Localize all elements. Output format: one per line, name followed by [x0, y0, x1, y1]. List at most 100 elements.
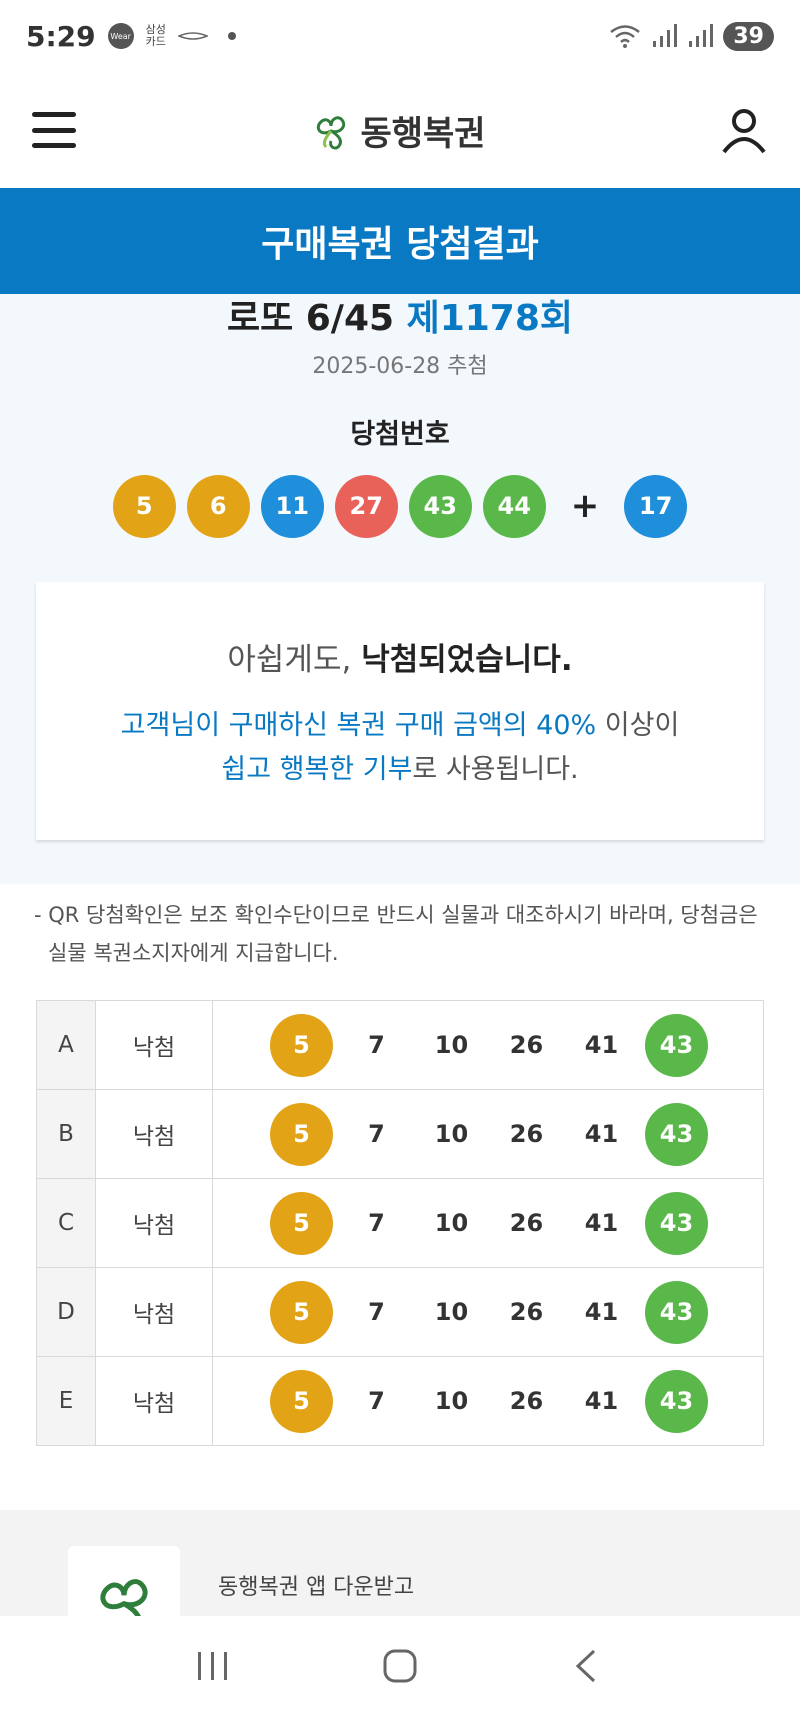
- ticket-result: 낙첨: [95, 1178, 213, 1268]
- winning-ball: 44: [482, 474, 546, 538]
- app-promo-banner[interactable]: 동행복권 앱 다운받고: [0, 1510, 800, 1616]
- ticket-number: 7: [368, 1298, 385, 1326]
- ticket-number: 10: [434, 1120, 469, 1148]
- signal-icon-2: [689, 24, 714, 47]
- ticket-row: C 낙첨 5 7 10 26 41 43: [36, 1178, 764, 1268]
- app-logo[interactable]: 동행복권: [310, 106, 486, 155]
- ticket-row: D 낙첨 5 7 10 26 41 43: [36, 1267, 764, 1357]
- ticket-number: 7: [368, 1387, 385, 1415]
- page-title-band: 구매복권 당첨결과: [0, 188, 800, 294]
- ticket-numbers-cell: 5 7 10 26 41 43: [212, 1356, 764, 1446]
- ticket-number: 41: [584, 1209, 619, 1237]
- ticket-numbers: 5 7 10 26 41 43: [214, 1102, 762, 1166]
- ticket-number: 10: [434, 1031, 469, 1059]
- winning-ball: 43: [408, 474, 472, 538]
- ticket-number: 10: [434, 1209, 469, 1237]
- ticket-row: E 낙첨 5 7 10 26 41 43: [36, 1356, 764, 1446]
- ticket-game-label: C: [36, 1178, 96, 1268]
- round-number: 제1178회: [406, 298, 574, 339]
- game-name: 로또 6/45: [226, 298, 395, 339]
- round-title: 로또 6/45 제1178회: [0, 294, 800, 344]
- bonus-ball: 17: [624, 474, 688, 538]
- ticket-numbers: 5 7 10 26 41 43: [214, 1191, 762, 1255]
- back-icon: [575, 1649, 595, 1683]
- winning-ball: 11: [260, 474, 324, 538]
- ticket-numbers-cell: 5 7 10 26 41 43: [212, 1178, 764, 1268]
- menu-icon[interactable]: [32, 112, 76, 148]
- qr-notice: - QR 당첨확인은 보조 확인수단이므로 반드시 실물과 대조하시기 바라며,…: [34, 903, 758, 965]
- ticket-number-matched: 5: [270, 1191, 333, 1255]
- ticket-game-label: A: [36, 1000, 96, 1090]
- donation-message: 고객님이 구매하신 복권 구매 금액의 40% 이상이 쉽고 행복한 기부로 사…: [36, 704, 764, 792]
- ticket-numbers: 5 7 10 26 41 43: [214, 1280, 762, 1344]
- page-title: 구매복권 당첨결과: [261, 224, 539, 265]
- ticket-number: 26: [509, 1209, 544, 1237]
- ticket-number-matched: 43: [645, 1280, 708, 1344]
- ticket-game-label: B: [36, 1089, 96, 1179]
- ticket-number-matched: 5: [270, 1013, 333, 1077]
- wifi-icon: [610, 25, 641, 48]
- ticket-number: 7: [368, 1120, 385, 1148]
- home-button[interactable]: [375, 1641, 425, 1691]
- draw-result-section: 로또 6/45 제1178회 2025-06-28 추첨 당첨번호 5 6 11 27…: [0, 294, 800, 884]
- ticket-row: A 낙첨 5 7 10 26 41 43: [36, 1000, 764, 1090]
- winning-ball: 6: [186, 474, 250, 538]
- result-card: 아쉽게도, 낙첨되었습니다. 고객님이 구매하신 복권 구매 금액의 40% 이…: [36, 582, 764, 840]
- ticket-game-label: E: [36, 1356, 96, 1446]
- samsung-card-icon: 삼성 카드: [146, 24, 166, 48]
- ticket-result: 낙첨: [95, 1000, 213, 1090]
- ticket-number: 26: [509, 1120, 544, 1148]
- ticket-numbers-cell: 5 7 10 26 41 43: [212, 1000, 764, 1090]
- ticket-row: B 낙첨 5 7 10 26 41 43: [36, 1089, 764, 1179]
- status-right: 39: [609, 21, 774, 51]
- result-status: 낙첨되었습니다.: [361, 642, 573, 678]
- ticket-result: 낙첨: [95, 1089, 213, 1179]
- ticket-number-matched: 5: [270, 1369, 333, 1433]
- home-icon: [383, 1649, 417, 1683]
- ticket-number: 10: [434, 1298, 469, 1326]
- ticket-number: 41: [584, 1387, 619, 1415]
- winning-ball: 5: [112, 474, 176, 538]
- result-message: 아쉽게도, 낙첨되었습니다.: [36, 634, 764, 679]
- recent-apps-icon: [198, 1652, 228, 1680]
- status-left: 5:29 Wear 삼성 카드: [26, 20, 236, 53]
- ticket-number-matched: 43: [645, 1191, 708, 1255]
- ticket-game-label: D: [36, 1267, 96, 1357]
- promo-line-1: 동행복권 앱 다운받고: [218, 1575, 415, 1600]
- ticket-number-matched: 43: [645, 1369, 708, 1433]
- ticket-number: 26: [509, 1031, 544, 1059]
- ticket-number: 41: [584, 1298, 619, 1326]
- ticket-number-matched: 5: [270, 1280, 333, 1344]
- logo-text: 동행복권: [360, 113, 486, 154]
- ticket-number-matched: 43: [645, 1013, 708, 1077]
- ticket-number: 7: [368, 1209, 385, 1237]
- ticket-numbers: 5 7 10 26 41 43: [214, 1369, 762, 1433]
- battery-indicator: 39: [723, 21, 774, 51]
- status-bar: 5:29 Wear 삼성 카드 39: [0, 0, 800, 72]
- ticket-number: 7: [368, 1031, 385, 1059]
- ticket-result: 낙첨: [95, 1267, 213, 1357]
- app-header: 동행복권: [0, 72, 800, 188]
- ticket-number: 26: [509, 1298, 544, 1326]
- status-time: 5:29: [26, 19, 96, 53]
- bonus-plus-sign: +: [570, 486, 600, 526]
- draw-date: 2025-06-28 추첨: [312, 354, 488, 379]
- signal-icon-1: [653, 24, 678, 47]
- donation-text-blue-1: 고객님이 구매하신 복권 구매 금액의 40%: [120, 710, 597, 741]
- ticket-result: 낙첨: [95, 1356, 213, 1446]
- ticket-numbers: 5 7 10 26 41 43: [214, 1013, 762, 1077]
- winning-ball: 27: [334, 474, 398, 538]
- result-prefix: 아쉽게도,: [227, 642, 362, 678]
- ticket-number: 10: [434, 1387, 469, 1415]
- clover-logo-icon: [100, 1579, 148, 1616]
- ticket-numbers-cell: 5 7 10 26 41 43: [212, 1267, 764, 1357]
- back-button[interactable]: [562, 1641, 612, 1691]
- ticket-number: 41: [584, 1031, 619, 1059]
- ticket-numbers-cell: 5 7 10 26 41 43: [212, 1089, 764, 1179]
- car-logo-icon: [177, 32, 208, 40]
- ticket-number-matched: 5: [270, 1102, 333, 1166]
- ticket-table: A 낙첨 5 7 10 26 41 43 B 낙첨 5 7 10 26 41 43 C 낙첨 5 7 10 26 41 43 D…: [36, 1000, 764, 1446]
- ticket-number-matched: 43: [645, 1102, 708, 1166]
- recent-apps-button[interactable]: [188, 1641, 238, 1691]
- user-icon[interactable]: [720, 106, 768, 154]
